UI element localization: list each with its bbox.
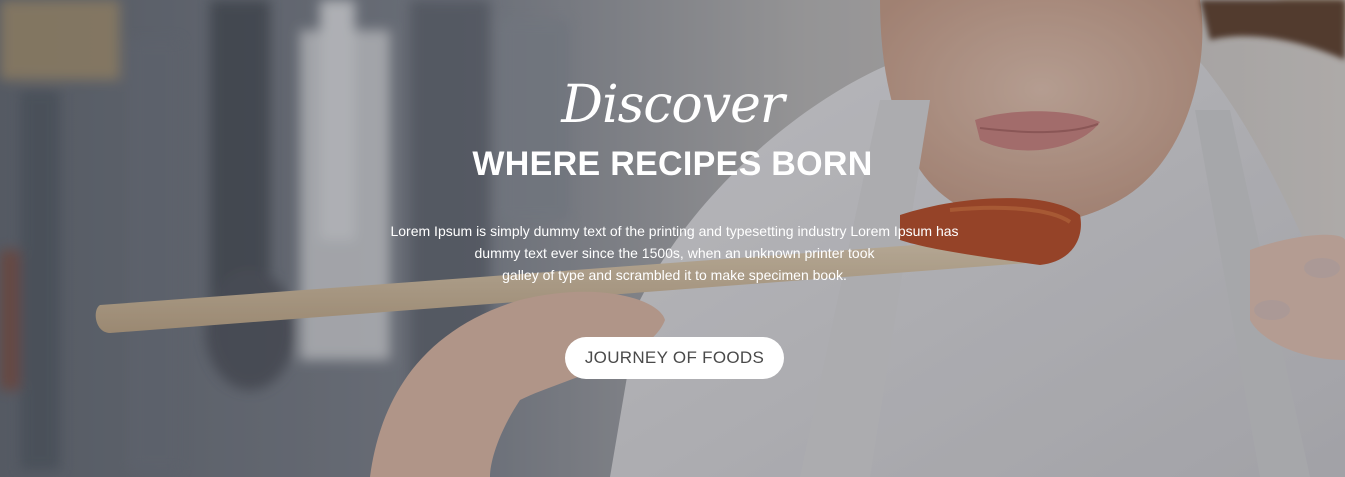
main-heading: WHERE RECIPES BORN <box>472 145 873 183</box>
hero-description: Lorem Ipsum is simply dummy text of the … <box>372 220 977 286</box>
description-line: dummy text ever since the 1500s, when an… <box>474 245 875 261</box>
hero-content: Discover WHERE RECIPES BORN Lorem Ipsum … <box>0 0 1345 477</box>
script-heading: Discover <box>561 75 784 135</box>
description-line: galley of type and scrambled it to make … <box>502 267 847 283</box>
hero-banner: Discover WHERE RECIPES BORN Lorem Ipsum … <box>0 0 1345 477</box>
description-line: Lorem Ipsum is simply dummy text of the … <box>390 223 959 239</box>
journey-of-foods-button[interactable]: JOURNEY OF FOODS <box>565 337 784 379</box>
